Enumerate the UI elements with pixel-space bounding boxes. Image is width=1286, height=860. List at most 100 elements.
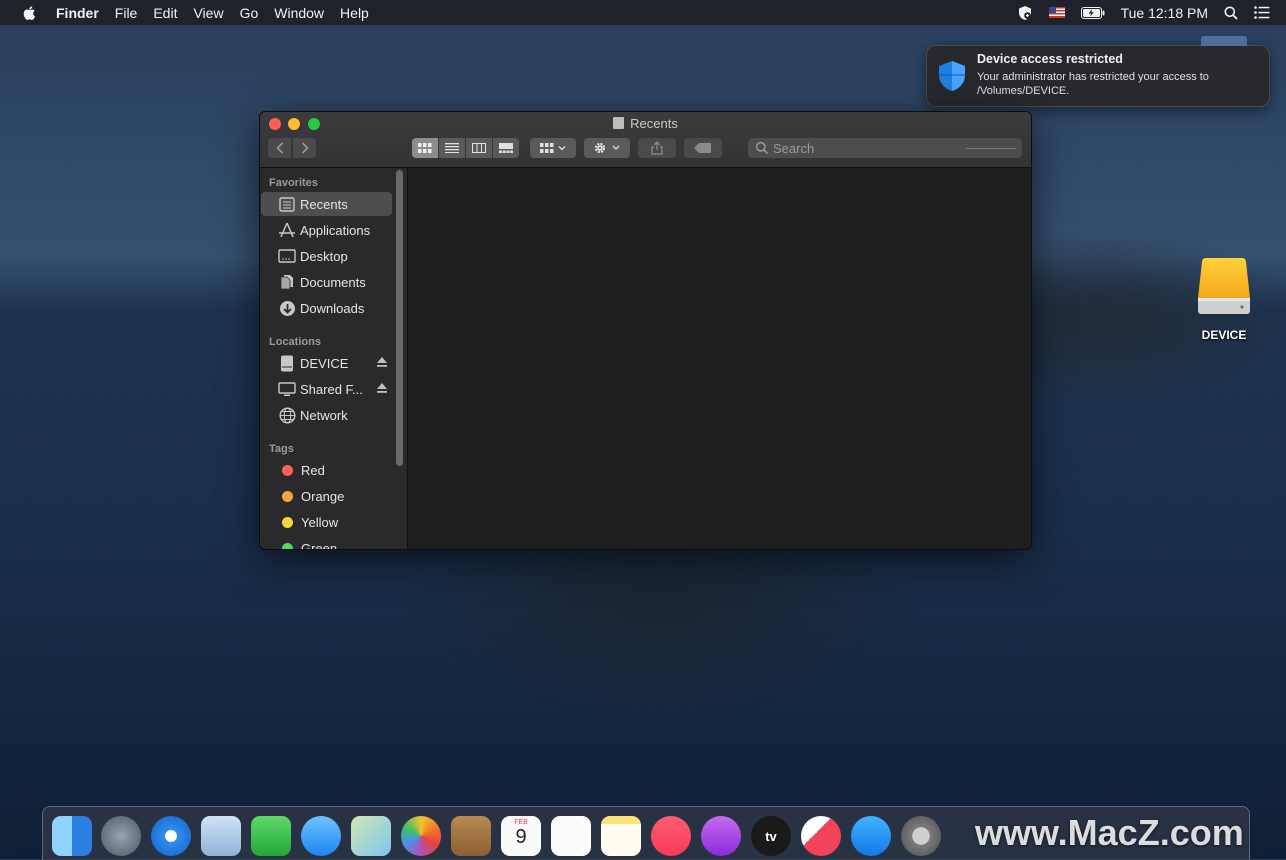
finder-toolbar: Recents: [260, 112, 1031, 168]
menu-view[interactable]: View: [193, 5, 223, 21]
sidebar-item-device[interactable]: DEVICE: [261, 351, 392, 375]
sidebar-item-label: Yellow: [301, 514, 339, 530]
gallery-view-button[interactable]: [493, 138, 519, 158]
sidebar-item-label: Recents: [300, 196, 348, 212]
search-field[interactable]: [748, 138, 1022, 158]
desktop-folder-icon[interactable]: [1201, 36, 1247, 46]
podcasts-icon[interactable]: [701, 816, 741, 856]
sidebar-heading-favorites: Favorites: [269, 177, 318, 189]
back-button[interactable]: [268, 138, 291, 158]
tv-icon-label: tv: [765, 828, 777, 844]
menu-finder[interactable]: Finder: [56, 5, 99, 21]
finder-content-area[interactable]: [408, 168, 1031, 549]
maps-icon[interactable]: [351, 816, 391, 856]
sidebar-tag-green[interactable]: Green: [261, 536, 392, 549]
sidebar-item-label: Applications: [300, 222, 371, 238]
group-by-button[interactable]: [530, 138, 576, 158]
action-menu-button[interactable]: [584, 138, 630, 158]
applications-icon: [279, 222, 295, 238]
yellow-tag-dot-icon: [282, 516, 293, 528]
sidebar-item-label: Network: [300, 407, 348, 423]
eject-icon[interactable]: [376, 381, 388, 395]
menu-file[interactable]: File: [115, 5, 138, 21]
sidebar-item-desktop[interactable]: Desktop: [261, 244, 392, 268]
external-disk-icon: [281, 355, 293, 371]
finder-sidebar: Favorites Recents Applications Desktop D…: [260, 168, 408, 549]
window-title: Recents: [260, 116, 1031, 131]
safari-icon[interactable]: [151, 816, 191, 856]
tags-button[interactable]: [684, 138, 722, 158]
gallery-icon: [499, 143, 513, 153]
menu-go[interactable]: Go: [240, 5, 259, 21]
battery-charging-icon[interactable]: [1080, 6, 1105, 19]
sidebar-scrollbar[interactable]: [396, 170, 403, 466]
chevron-right-icon: [301, 142, 309, 154]
notification-body: Your administrator has restricted your a…: [977, 71, 1209, 97]
reminders-icon[interactable]: [551, 816, 591, 856]
calendar-day: 9: [515, 826, 527, 848]
list-view-button[interactable]: [439, 138, 465, 158]
forward-button[interactable]: [293, 138, 316, 158]
group-grid-icon: [540, 143, 566, 153]
launchpad-icon[interactable]: [101, 816, 141, 856]
facetime-icon[interactable]: [251, 816, 291, 856]
column-view-button[interactable]: [466, 138, 492, 158]
menu-bar: Finder File Edit View Go Window Help Tue…: [0, 0, 1286, 25]
contacts-icon[interactable]: [451, 816, 491, 856]
sidebar-item-shared[interactable]: Shared F...: [261, 377, 392, 401]
share-button[interactable]: [638, 138, 676, 158]
list-icon: [445, 143, 459, 153]
recents-doc-icon: [613, 117, 625, 129]
mail-icon[interactable]: [201, 816, 241, 856]
orange-tag-dot-icon: [282, 490, 293, 502]
notification-title: Device access restricted: [977, 52, 1123, 66]
device-restricted-notification[interactable]: Device access restricted Your administra…: [926, 45, 1270, 107]
music-icon[interactable]: [651, 816, 691, 856]
finder-icon[interactable]: [52, 816, 92, 856]
messages-icon[interactable]: [301, 816, 341, 856]
sidebar-item-recents[interactable]: Recents: [261, 192, 392, 216]
icon-view-button[interactable]: [412, 138, 438, 158]
desktop-device-label[interactable]: DEVICE: [1176, 328, 1272, 342]
external-drive-icon[interactable]: [1196, 258, 1252, 320]
chevron-left-icon: [275, 142, 283, 154]
sidebar-item-label: Downloads: [300, 300, 365, 316]
documents-icon: [280, 275, 293, 290]
notes-icon[interactable]: [601, 816, 641, 856]
sidebar-tag-yellow[interactable]: Yellow: [261, 510, 392, 534]
sidebar-item-applications[interactable]: Applications: [261, 218, 392, 242]
watermark-text: www.MacZ.com: [975, 812, 1244, 853]
photos-icon[interactable]: [401, 816, 441, 856]
menu-edit[interactable]: Edit: [153, 5, 177, 21]
downloads-icon: [279, 300, 295, 316]
recents-icon: [279, 196, 295, 212]
input-source-flag-icon[interactable]: [1048, 7, 1065, 18]
shield-icon: [939, 61, 965, 91]
calendar-icon[interactable]: FEB 9: [501, 816, 541, 856]
sidebar-item-documents[interactable]: Documents: [261, 270, 392, 294]
sidebar-item-downloads[interactable]: Downloads: [261, 296, 392, 320]
sidebar-item-network[interactable]: Network: [261, 403, 392, 427]
sidebar-tag-orange[interactable]: Orange: [261, 484, 392, 508]
menu-window[interactable]: Window: [274, 5, 324, 21]
system-preferences-icon[interactable]: [901, 816, 941, 856]
eject-icon[interactable]: [376, 355, 388, 369]
calendar-month: FEB: [514, 819, 528, 826]
sidebar-item-label: Orange: [301, 488, 345, 504]
desktop-icon: [278, 249, 296, 263]
news-icon[interactable]: [801, 816, 841, 856]
notification-center-icon[interactable]: [1254, 6, 1270, 19]
spotlight-search-icon[interactable]: [1224, 6, 1238, 20]
sidebar-tag-red[interactable]: Red: [261, 458, 392, 482]
sidebar-item-label: Green: [301, 540, 338, 550]
sidebar-item-label: Red: [301, 462, 325, 478]
menu-help[interactable]: Help: [340, 5, 369, 21]
view-mode-segmented-control: [412, 138, 519, 158]
security-shield-icon[interactable]: [1017, 5, 1033, 21]
tv-icon[interactable]: tv: [751, 816, 791, 856]
menu-clock[interactable]: Tue 12:18 PM: [1121, 5, 1208, 21]
apple-logo-icon[interactable]: [22, 5, 36, 21]
icon-grid-icon: [418, 143, 432, 153]
app-store-icon[interactable]: [851, 816, 891, 856]
shared-display-icon: [278, 381, 296, 396]
